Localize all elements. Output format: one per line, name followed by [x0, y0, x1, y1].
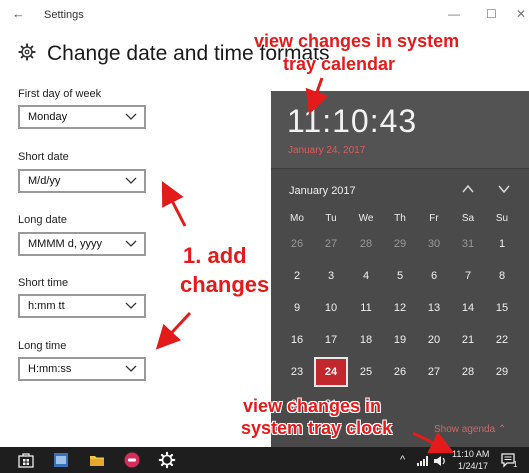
annotation-calendar-line2: tray calendar [283, 54, 396, 74]
annotation-clock-line1: view changes in [243, 396, 382, 416]
annotation-changes-line1: 1. add [183, 243, 247, 268]
annotation-clock-line2: system tray clock [241, 418, 393, 438]
arrow-to-calendar [305, 77, 329, 115]
arrow-to-long-time [155, 311, 192, 350]
annotation-calendar-line1: view changes in system [254, 31, 460, 51]
arrow-to-tray-clock [412, 431, 455, 454]
annotation-changes-line2: changes [180, 272, 270, 297]
arrow-to-short-date [161, 180, 187, 227]
